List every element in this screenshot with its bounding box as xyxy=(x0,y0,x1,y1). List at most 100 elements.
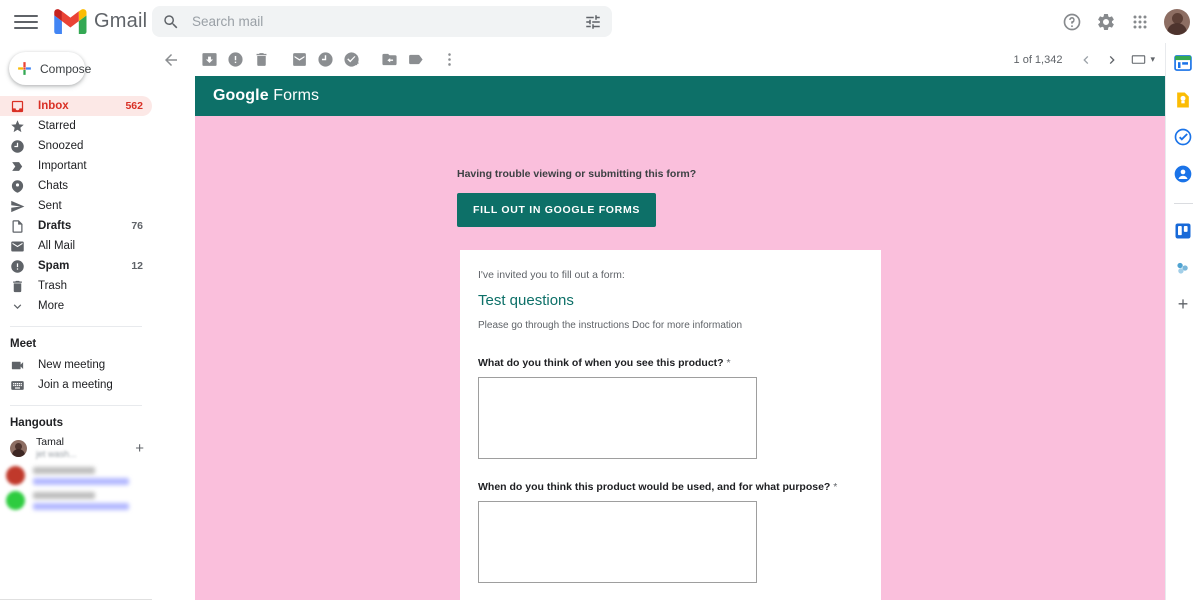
mark-as-unread-button[interactable] xyxy=(286,47,312,73)
answer-textarea-2[interactable] xyxy=(478,501,757,583)
help-circle-icon[interactable] xyxy=(1062,12,1082,32)
compose-button[interactable]: Compose xyxy=(9,52,91,85)
top-bar: Gmail xyxy=(0,0,1200,43)
hangouts-add-icon[interactable]: + xyxy=(135,440,144,457)
google-forms-banner: Google Forms xyxy=(195,76,1165,116)
gear-icon[interactable] xyxy=(1096,12,1116,32)
sidebar-item-important[interactable]: Important xyxy=(0,156,152,176)
move-to-icon xyxy=(381,53,397,66)
delete-button[interactable] xyxy=(248,47,274,73)
add-to-tasks-button[interactable] xyxy=(338,47,364,73)
tasks-icon[interactable] xyxy=(1173,127,1193,147)
sidebar-item-chats[interactable]: Chats xyxy=(0,176,152,196)
compose-label: Compose xyxy=(40,61,92,76)
archive-button[interactable] xyxy=(196,47,222,73)
video-camera-icon xyxy=(11,361,24,369)
contact-avatar xyxy=(6,491,25,511)
contact-avatar xyxy=(6,466,25,486)
sidebar-item-trash[interactable]: Trash xyxy=(0,276,152,296)
sidebar-label-chats: Chats xyxy=(38,180,69,192)
sidebar: Compose Inbox 562 Starred Snoozed Import… xyxy=(0,43,152,600)
required-asterisk-1: * xyxy=(726,357,731,369)
chevron-down-icon xyxy=(13,303,22,309)
addon-trello-icon[interactable] xyxy=(1173,221,1193,241)
keyboard-shortcuts-toggle[interactable]: ▾ xyxy=(1130,51,1155,68)
answer-textarea-1[interactable] xyxy=(478,377,757,459)
delete-icon xyxy=(256,53,266,66)
report-spam-button[interactable] xyxy=(222,47,248,73)
sidebar-label-join-meeting: Join a meeting xyxy=(38,379,113,391)
chat-icon xyxy=(11,179,24,193)
previous-message-button[interactable] xyxy=(1074,48,1098,72)
sidebar-count-spam: 12 xyxy=(131,260,143,272)
move-to-button[interactable] xyxy=(376,47,402,73)
sidebar-item-new-meeting[interactable]: New meeting xyxy=(0,355,152,375)
sidebar-item-spam[interactable]: Spam 12 xyxy=(0,256,152,276)
keep-icon[interactable] xyxy=(1173,90,1193,110)
sidebar-label-spam: Spam xyxy=(38,260,70,272)
search-input[interactable] xyxy=(192,14,584,29)
question-text-1: What do you think of when you see this p… xyxy=(478,357,724,369)
next-message-button[interactable] xyxy=(1100,48,1124,72)
sidebar-item-snoozed[interactable]: Snoozed xyxy=(0,136,152,156)
top-bar-actions xyxy=(1062,0,1190,43)
add-addon-button[interactable]: + xyxy=(1178,295,1189,313)
gmail-window: Gmail Search mail Compose Inbox 562 Star… xyxy=(0,0,1200,600)
clock-icon xyxy=(11,139,24,153)
apps-grid-icon[interactable] xyxy=(1130,12,1150,32)
brand-label: Gmail xyxy=(94,10,148,32)
question-text-2: When do you think this product would be … xyxy=(478,481,831,493)
sidebar-nav: Inbox 562 Starred Snoozed Important Chat… xyxy=(0,96,152,316)
hamburger-icon[interactable] xyxy=(14,10,38,34)
avatar[interactable] xyxy=(1164,8,1190,35)
email-body-pane: Google Forms Having trouble viewing or s… xyxy=(195,76,1165,600)
plus-icon xyxy=(18,62,31,75)
contacts-icon[interactable] xyxy=(1173,164,1193,184)
trouble-viewing-text: Having trouble viewing or submitting thi… xyxy=(457,168,697,180)
calendar-icon[interactable] xyxy=(1173,53,1193,73)
google-forms-logo: Google Forms xyxy=(213,87,319,105)
keyboard-icon xyxy=(1132,55,1146,64)
add-to-tasks-icon xyxy=(343,52,359,67)
sidebar-item-sent[interactable]: Sent xyxy=(0,196,152,216)
labels-button[interactable] xyxy=(402,47,428,73)
tune-icon[interactable] xyxy=(584,13,602,31)
chevron-right-icon xyxy=(1110,55,1116,64)
sidebar-item-join-meeting[interactable]: Join a meeting xyxy=(0,375,152,395)
question-label-2: When do you think this product would be … xyxy=(478,481,861,493)
invite-line: I've invited you to fill out a form: xyxy=(478,269,625,281)
snooze-button[interactable] xyxy=(312,47,338,73)
sidebar-item-more[interactable]: More xyxy=(0,296,152,316)
hangouts-contact-row[interactable] xyxy=(0,485,152,511)
form-title: Test questions xyxy=(478,292,574,309)
hangouts-user-name: Tamal xyxy=(36,436,65,448)
form-card: I've invited you to fill out a form: Tes… xyxy=(460,250,881,600)
sidebar-count-inbox: 562 xyxy=(125,100,143,112)
report-icon xyxy=(11,259,24,273)
search-bar[interactable] xyxy=(152,6,612,37)
sidebar-item-drafts[interactable]: Drafts 76 xyxy=(0,216,152,236)
sidebar-item-all-mail[interactable]: All Mail xyxy=(0,236,152,256)
sidebar-label-important: Important xyxy=(38,160,87,172)
contact-name-redacted xyxy=(33,466,95,474)
inbox-icon xyxy=(11,100,24,112)
hangouts-contact-row[interactable] xyxy=(0,460,152,486)
form-email-background: Having trouble viewing or submitting thi… xyxy=(195,116,1165,600)
sidebar-item-inbox[interactable]: Inbox 562 xyxy=(0,96,152,116)
sidebar-item-starred[interactable]: Starred xyxy=(0,116,152,136)
sidebar-label-new-meeting: New meeting xyxy=(38,359,106,371)
hangouts-current-user[interactable]: Tamal jet wash... + xyxy=(0,434,152,460)
message-toolbar: 1 of 1,342 ▾ xyxy=(152,43,1165,76)
sidebar-label-more: More xyxy=(38,300,65,312)
contact-message-redacted xyxy=(33,502,129,510)
back-button[interactable] xyxy=(158,47,184,73)
addon-marketplace-icon[interactable] xyxy=(1173,258,1193,278)
star-icon xyxy=(11,119,24,132)
labels-icon xyxy=(408,54,423,65)
sidebar-label-sent: Sent xyxy=(38,200,62,212)
more-options-button[interactable] xyxy=(436,47,462,73)
snooze-icon xyxy=(317,52,333,67)
fill-out-in-google-forms-button[interactable]: FILL OUT IN GOOGLE FORMS xyxy=(457,193,657,227)
label-important-icon xyxy=(12,161,23,171)
gmail-logo[interactable]: Gmail xyxy=(54,9,147,34)
